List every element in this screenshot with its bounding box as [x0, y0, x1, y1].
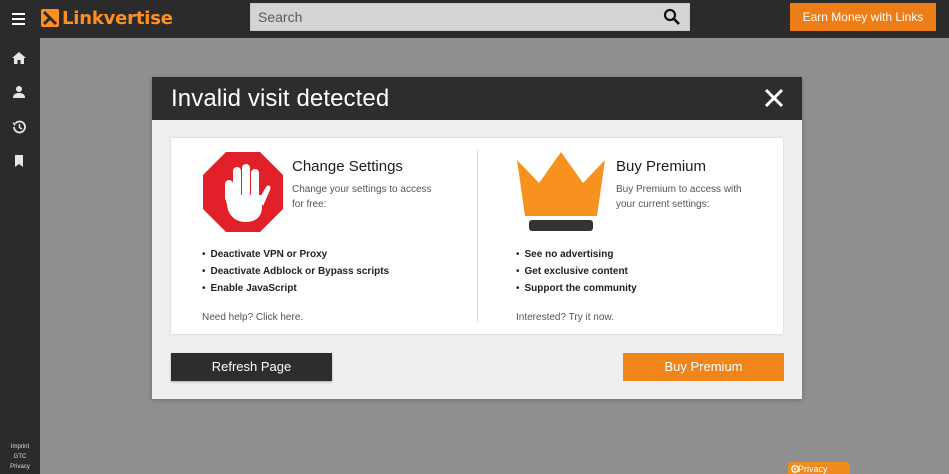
list-item: Support the community [516, 280, 637, 297]
need-help-link[interactable]: Need help? Click here. [202, 312, 303, 323]
buy-premium-title: Buy Premium [616, 158, 707, 175]
earn-money-button[interactable]: Earn Money with Links [790, 3, 936, 31]
history-icon[interactable] [11, 119, 27, 135]
refresh-page-button[interactable]: Refresh Page [171, 353, 332, 381]
buy-premium-button[interactable]: Buy Premium [623, 353, 784, 381]
list-item: See no advertising [516, 246, 637, 263]
buy-premium-list: See no advertising Get exclusive content… [516, 246, 637, 297]
logo[interactable]: Linkvertise [41, 6, 173, 30]
privacy-tab-label: Privacy [798, 464, 828, 474]
gear-icon [791, 465, 799, 473]
home-icon[interactable] [11, 50, 27, 66]
crown-icon [517, 152, 605, 231]
change-settings-description: Change your settings to access for free: [292, 184, 432, 210]
list-item: Enable JavaScript [202, 280, 389, 297]
imprint-link[interactable]: Imprint [0, 442, 40, 452]
top-bar: Linkvertise Earn Money with Links [0, 0, 949, 38]
column-divider [477, 150, 478, 322]
try-premium-link[interactable]: Interested? Try it now. [516, 312, 614, 323]
modal-title: Invalid visit detected [171, 85, 390, 112]
change-settings-list: Deactivate VPN or Proxy Deactivate Adblo… [202, 246, 390, 297]
list-item: Get exclusive content [516, 263, 637, 280]
logo-text: Linkvertise [62, 7, 173, 29]
search-input[interactable] [251, 4, 651, 30]
bookmark-icon[interactable] [11, 153, 27, 169]
invalid-visit-modal: Invalid visit detected Change Settings C… [152, 77, 802, 399]
list-item: Deactivate Adblock or Bypass scripts [202, 263, 390, 280]
user-icon[interactable] [11, 84, 27, 100]
list-item: Deactivate VPN or Proxy [202, 246, 389, 263]
hamburger-icon[interactable] [10, 10, 28, 28]
modal-header: Invalid visit detected [152, 77, 802, 120]
search-icon[interactable] [663, 8, 681, 26]
change-settings-title: Change Settings [292, 158, 403, 175]
gtc-link[interactable]: GTC [0, 452, 40, 462]
sidebar: Imprint GTC Privacy [0, 38, 40, 474]
privacy-settings-tab[interactable]: Privacy [788, 462, 850, 474]
sidebar-footer-links: Imprint GTC Privacy [0, 442, 40, 472]
privacy-link[interactable]: Privacy [0, 462, 40, 472]
stop-hand-icon [203, 152, 283, 232]
options-card: Change Settings Change your settings to … [171, 138, 783, 334]
close-icon[interactable] [764, 88, 784, 108]
search-bar [250, 3, 690, 31]
buy-premium-description: Buy Premium to access with your current … [616, 184, 742, 210]
logo-icon [41, 9, 59, 27]
